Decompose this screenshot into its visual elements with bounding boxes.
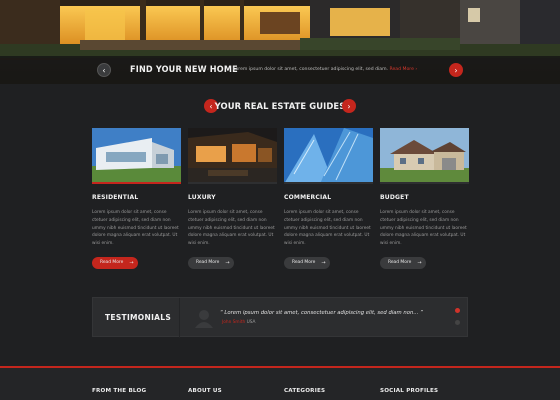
residential-image[interactable] — [92, 128, 181, 184]
guide-card-residential: RESIDENTIAL Lorem ipsum dolor sit amet, … — [92, 128, 181, 269]
footer — [0, 368, 560, 400]
read-more-button[interactable]: Read More → — [380, 256, 426, 269]
arrow-right-icon: → — [417, 259, 422, 266]
arrow-right-icon: → — [129, 259, 134, 266]
footer-heading-blog: FROM THE BLOG — [92, 388, 147, 394]
read-more-label: Read More — [292, 260, 316, 266]
footer-heading-social: SOCIAL PROFILES — [380, 388, 439, 394]
person-avatar-icon — [195, 310, 213, 328]
budget-image[interactable] — [380, 128, 469, 184]
guides-next-button[interactable]: › — [342, 99, 356, 113]
card-title: BUDGET — [380, 194, 409, 201]
guide-card-luxury: LUXURY Lorem ipsum dolor sit amet, conse… — [188, 128, 277, 269]
card-description: Lorem ipsum dolor sit amet, conse ctetue… — [380, 210, 467, 247]
hero-description: Lorem ipsum dolor sit amet, consectetuer… — [233, 67, 417, 72]
author-name: John Smith — [222, 320, 246, 325]
read-more-button[interactable]: Read More → — [188, 256, 234, 269]
hero-next-button[interactable]: › — [449, 63, 463, 77]
testimonials-panel: TESTIMONIALS “ Lorem ipsum dolor sit ame… — [92, 297, 468, 338]
card-description: Lorem ipsum dolor sit amet, conse ctetue… — [284, 210, 371, 247]
testimonials-divider — [179, 298, 180, 338]
chevron-right-icon: › — [454, 65, 458, 75]
hero-title: FIND YOUR NEW HOME — [130, 65, 238, 75]
card-description: Lorem ipsum dolor sit amet, conse ctetue… — [92, 210, 179, 247]
read-more-button[interactable]: Read More → — [92, 256, 138, 269]
read-more-label: Read More — [388, 260, 412, 266]
hero-prev-button[interactable]: ‹ — [97, 63, 111, 77]
testimonials-title: TESTIMONIALS — [105, 313, 172, 322]
read-more-label: Read More — [196, 260, 220, 266]
testimonial-quote: “ Lorem ipsum dolor sit amet, consectetu… — [220, 310, 423, 316]
testimonial-author: John Smith USA — [222, 320, 256, 325]
card-title: RESIDENTIAL — [92, 194, 139, 201]
guide-card-budget: BUDGET Lorem ipsum dolor sit amet, conse… — [380, 128, 469, 269]
arrow-right-icon: › — [415, 67, 418, 72]
card-title: LUXURY — [188, 194, 216, 201]
arrow-right-icon: → — [225, 259, 230, 266]
guides-section-title: YOUR REAL ESTATE GUIDES — [214, 101, 346, 111]
card-description: Lorem ipsum dolor sit amet, conse ctetue… — [188, 210, 275, 247]
commercial-image[interactable] — [284, 128, 373, 184]
guide-card-commercial: COMMERCIAL Lorem ipsum dolor sit amet, c… — [284, 128, 373, 269]
hero-description-text: Lorem ipsum dolor sit amet, consectetuer… — [233, 67, 389, 72]
testimonial-dot[interactable] — [455, 320, 460, 325]
card-title: COMMERCIAL — [284, 194, 332, 201]
hero-read-more-link[interactable]: Read More — [390, 67, 414, 72]
read-more-label: Read More — [100, 260, 124, 266]
footer-heading-categories: CATEGORIES — [284, 388, 326, 394]
luxury-image[interactable] — [188, 128, 277, 184]
footer-heading-about: ABOUT US — [188, 388, 222, 394]
arrow-right-icon: → — [321, 259, 326, 266]
chevron-left-icon: ‹ — [102, 65, 106, 75]
author-location: USA — [246, 320, 256, 325]
chevron-right-icon: › — [347, 101, 351, 111]
testimonial-dot-active[interactable] — [455, 308, 460, 313]
read-more-button[interactable]: Read More → — [284, 256, 330, 269]
